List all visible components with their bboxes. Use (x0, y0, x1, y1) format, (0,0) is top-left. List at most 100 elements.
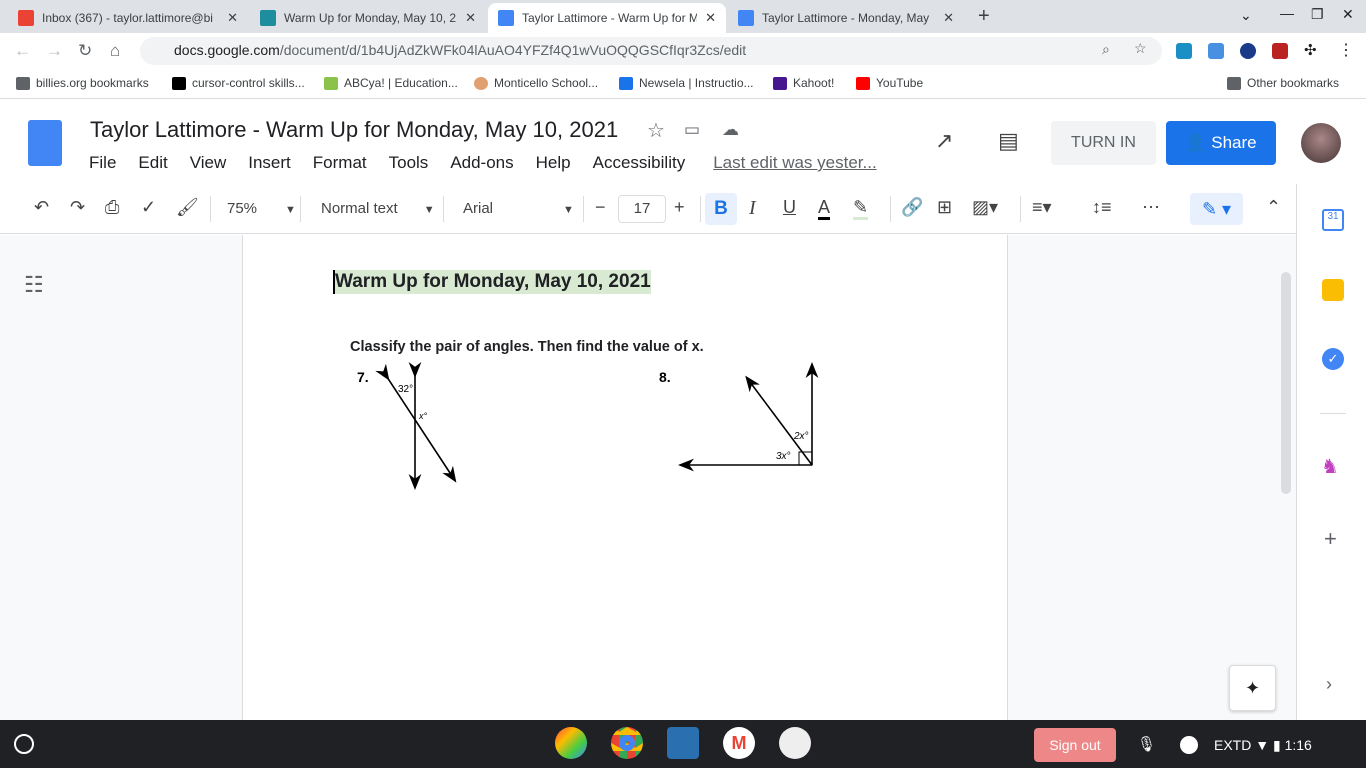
chrome-icon[interactable] (611, 727, 643, 759)
text-color-button[interactable]: A (818, 197, 831, 220)
decrease-font-icon[interactable]: − (595, 197, 606, 218)
launcher-icon[interactable] (14, 734, 34, 754)
canvas-app-icon[interactable] (555, 727, 587, 759)
url-input[interactable]: docs.google.com/document/d/1b4UjAdZkWFk0… (140, 37, 1162, 65)
forward-icon[interactable]: → (46, 41, 63, 61)
document-heading[interactable]: Warm Up for Monday, May 10, 2021 (333, 270, 651, 294)
outline-icon[interactable]: ☷ (24, 272, 44, 298)
sign-out-button[interactable]: Sign out (1034, 728, 1116, 762)
menu-tools[interactable]: Tools (389, 153, 429, 173)
reload-icon[interactable]: ↻ (78, 41, 92, 61)
star-icon[interactable]: ☆ (647, 118, 665, 143)
close-icon[interactable]: ✕ (465, 10, 476, 26)
spellcheck-icon[interactable]: ✓ (141, 197, 156, 218)
extension-icon[interactable] (1272, 43, 1288, 59)
tab-docs[interactable]: Taylor Lattimore - Monday, May ✕ (728, 3, 964, 33)
italic-button[interactable]: I (749, 197, 756, 220)
paint-format-icon[interactable]: 🖌 (176, 197, 199, 218)
redo-icon[interactable]: ↷ (70, 197, 85, 218)
accessibility-icon[interactable] (1180, 736, 1198, 754)
explore-button[interactable]: ✦ (1229, 665, 1276, 711)
link-icon[interactable]: 🔗 (901, 197, 923, 218)
font-size-input[interactable]: 17 (618, 195, 666, 223)
menu-help[interactable]: Help (536, 153, 571, 173)
increase-font-icon[interactable]: + (674, 197, 685, 218)
share-button[interactable]: 👤 Share (1166, 121, 1276, 165)
close-window-icon[interactable]: ✕ (1342, 6, 1354, 23)
more-icon[interactable]: ⋯ (1142, 197, 1160, 218)
bookmark[interactable]: cursor-control skills... (172, 76, 305, 90)
tab-classroom[interactable]: Warm Up for Monday, May 10, 2 ✕ (250, 3, 486, 33)
zoom-icon[interactable]: ⌕ (1102, 41, 1110, 58)
bookmark[interactable]: Kahoot! (773, 76, 834, 90)
menu-edit[interactable]: Edit (138, 153, 167, 173)
restore-icon[interactable]: ❐ (1311, 6, 1324, 23)
home-icon[interactable]: ⌂ (110, 41, 120, 61)
underline-button[interactable]: U (783, 197, 796, 218)
bookmark[interactable]: Monticello School... (474, 76, 598, 90)
minimize-icon[interactable]: — (1280, 5, 1294, 21)
activity-trend-icon[interactable]: ↗ (935, 128, 953, 154)
insert-image-icon[interactable]: ▨▾ (972, 197, 998, 218)
star-icon[interactable]: ☆ (1134, 40, 1147, 57)
editing-mode-button[interactable]: ✎ ▾ (1190, 193, 1243, 225)
menu-insert[interactable]: Insert (248, 153, 291, 173)
tab-gmail[interactable]: Inbox (367) - taylor.lattimore@bi ✕ (8, 3, 248, 33)
align-left-icon[interactable]: ≡▾ (1032, 197, 1052, 218)
document-title[interactable]: Taylor Lattimore - Warm Up for Monday, M… (90, 117, 618, 143)
turn-in-button[interactable]: TURN IN (1051, 121, 1156, 165)
menu-view[interactable]: View (190, 153, 227, 173)
angle-label: 2x° (793, 431, 809, 442)
undo-icon[interactable]: ↶ (34, 197, 49, 218)
microphone-icon[interactable]: 🎙 (1137, 735, 1156, 753)
new-tab-icon[interactable]: + (978, 5, 990, 28)
collapse-icon[interactable]: ⌃ (1266, 197, 1281, 218)
app-icon[interactable] (779, 727, 811, 759)
expand-panel-icon[interactable]: › (1326, 674, 1332, 695)
bookmark[interactable]: ABCya! | Education... (324, 76, 458, 90)
extension-icon[interactable] (1208, 43, 1224, 59)
status-tray[interactable]: EXTD ▼ ▮ 1:16 (1214, 730, 1312, 760)
last-edit-link[interactable]: Last edit was yester... (713, 153, 876, 173)
menu-file[interactable]: File (89, 153, 116, 173)
menu-accessibility[interactable]: Accessibility (593, 153, 686, 173)
menu-addons[interactable]: Add-ons (450, 153, 513, 173)
tasks-icon[interactable]: ✓ (1322, 348, 1344, 370)
docs-logo-icon[interactable] (28, 120, 62, 166)
bookmark[interactable]: Newsela | Instructio... (619, 76, 754, 90)
close-icon[interactable]: ✕ (227, 10, 238, 26)
back-icon[interactable]: ← (14, 41, 31, 61)
bold-button[interactable]: B (705, 193, 737, 225)
tab-search-icon[interactable]: ⌄ (1240, 7, 1252, 24)
comment-icon[interactable]: ▤ (998, 128, 1019, 154)
tab-docs-active[interactable]: Taylor Lattimore - Warm Up for M ✕ (488, 3, 726, 33)
move-folder-icon[interactable]: ▭ (684, 120, 700, 140)
bookmark[interactable]: YouTube (856, 76, 923, 90)
calendar-icon[interactable]: 31 (1322, 209, 1344, 231)
font-select[interactable]: Arial ▼ (463, 200, 574, 217)
menu-icon[interactable]: ⋮ (1338, 40, 1354, 60)
angle-label: 3x° (776, 451, 791, 462)
extensions-puzzle-icon[interactable]: ✣ (1304, 41, 1317, 59)
scrollbar[interactable] (1281, 272, 1291, 494)
cloud-saved-icon[interactable]: ☁ (722, 120, 739, 140)
addon-unicorn-icon[interactable]: ♞ (1321, 454, 1339, 479)
menu-format[interactable]: Format (313, 153, 367, 173)
highlight-color-icon[interactable]: ✎ (853, 197, 869, 220)
bookmark[interactable]: billies.org bookmarks (16, 76, 149, 90)
app-icon[interactable] (667, 727, 699, 759)
gmail-icon[interactable]: M (723, 727, 755, 759)
add-comment-icon[interactable]: ⊞ (937, 197, 952, 218)
get-addons-icon[interactable]: + (1324, 526, 1337, 552)
keep-icon[interactable] (1322, 279, 1344, 301)
close-icon[interactable]: ✕ (943, 10, 954, 26)
style-select[interactable]: Normal text ▼ (321, 200, 435, 217)
extension-icon[interactable] (1240, 43, 1256, 59)
avatar[interactable] (1301, 123, 1341, 163)
extension-icon[interactable] (1176, 43, 1192, 59)
zoom-select[interactable]: 75% ▼ (227, 200, 296, 217)
print-icon[interactable]: ⎙ (105, 197, 119, 218)
close-icon[interactable]: ✕ (705, 10, 716, 26)
line-spacing-icon[interactable]: ↕≡ (1092, 197, 1112, 218)
other-bookmarks[interactable]: Other bookmarks (1227, 76, 1339, 90)
